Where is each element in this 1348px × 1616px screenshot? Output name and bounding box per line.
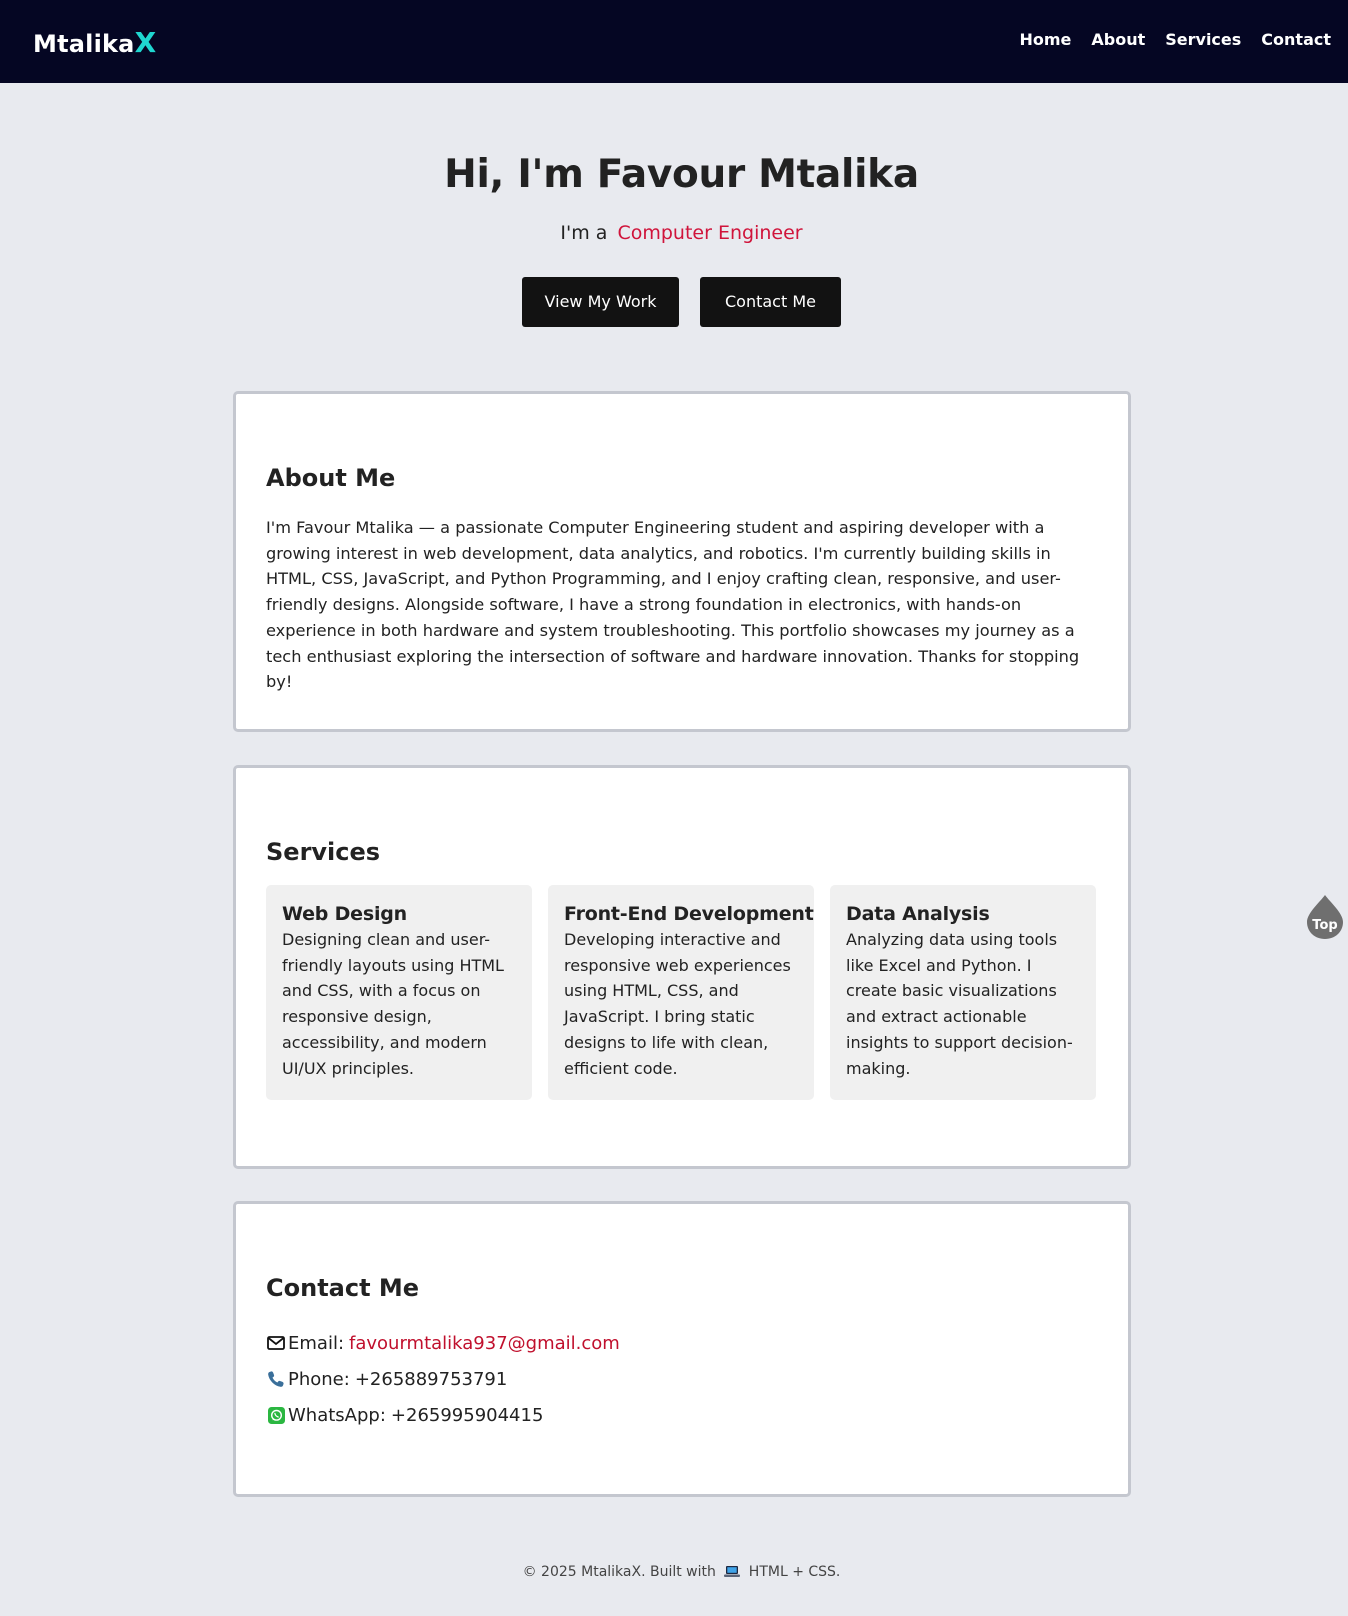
nav-services-link[interactable]: Services xyxy=(1165,30,1241,49)
footer-prefix: © 2025 MtalikaX. Built with xyxy=(522,1564,716,1580)
logo-text: Mtalika xyxy=(33,30,135,58)
service-card-data-analysis: Data Analysis Analyzing data using tools… xyxy=(830,885,1096,1100)
nav-about-link[interactable]: About xyxy=(1091,30,1145,49)
phone-value: +265889753791 xyxy=(354,1368,508,1390)
hero-title: Hi, I'm Favour Mtalika xyxy=(444,152,919,197)
nav-home-link[interactable]: Home xyxy=(1019,30,1071,49)
about-text: I'm Favour Mtalika — a passionate Comput… xyxy=(266,518,1080,692)
envelope-icon xyxy=(266,1333,286,1353)
contact-list: Email: favourmtalika937@gmail.com Phone:… xyxy=(266,1325,620,1433)
phone-icon xyxy=(266,1369,286,1389)
service-description: Developing interactive and responsive we… xyxy=(564,930,791,1078)
nav-contact-link[interactable]: Contact xyxy=(1261,30,1331,49)
contact-whatsapp-row: WhatsApp: +265995904415 xyxy=(266,1397,620,1433)
service-description: Analyzing data using tools like Excel an… xyxy=(846,930,1073,1078)
nav-links: Home About Services Contact xyxy=(1019,30,1331,49)
service-card-front-end: Front-End Development Developing interac… xyxy=(548,885,814,1100)
phone-label: Phone: xyxy=(288,1368,350,1390)
email-link[interactable]: favourmtalika937@gmail.com xyxy=(349,1333,620,1354)
navbar: MtalikaX Home About Services Contact xyxy=(0,0,1348,83)
hero-subtitle-prefix: I'm a xyxy=(560,222,608,244)
hero-subtitle: I'm a Computer Engineer xyxy=(0,222,1348,244)
service-card-web-design: Web Design Designing clean and user-frie… xyxy=(266,885,532,1100)
logo-accent: X xyxy=(134,26,157,59)
services-grid: Web Design Designing clean and user-frie… xyxy=(266,885,1096,1100)
whatsapp-label: WhatsApp: xyxy=(288,1404,386,1426)
contact-section: Contact Me Email: favourmtalika937@gmail… xyxy=(233,1201,1131,1497)
whatsapp-value: +265995904415 xyxy=(390,1404,544,1426)
droplet-icon xyxy=(1307,895,1343,939)
whatsapp-icon xyxy=(266,1405,286,1425)
contact-me-button[interactable]: Contact Me xyxy=(700,277,841,327)
services-heading: Services xyxy=(266,838,381,866)
service-title: Web Design xyxy=(282,903,407,925)
contact-email-row: Email: favourmtalika937@gmail.com xyxy=(266,1325,620,1361)
view-my-work-button[interactable]: View My Work xyxy=(522,277,679,327)
contact-heading: Contact Me xyxy=(266,1274,420,1302)
back-to-top-label: Top xyxy=(1312,918,1338,933)
logo[interactable]: MtalikaX xyxy=(33,26,156,59)
footer-suffix: HTML + CSS. xyxy=(748,1564,841,1580)
laptop-icon xyxy=(723,1565,741,1582)
services-section: Services Web Design Designing clean and … xyxy=(233,765,1131,1169)
about-heading: About Me xyxy=(266,464,396,492)
email-label: Email: xyxy=(288,1332,345,1354)
about-section: About Me I'm Favour Mtalika — a passiona… xyxy=(233,391,1131,732)
contact-phone-row: Phone: +265889753791 xyxy=(266,1361,620,1397)
service-title: Data Analysis xyxy=(846,903,990,925)
back-to-top-button[interactable]: Top xyxy=(1306,894,1344,940)
service-title: Front-End Development xyxy=(564,903,814,925)
service-description: Designing clean and user-friendly layout… xyxy=(282,930,504,1078)
hero-role: Computer Engineer xyxy=(617,222,803,244)
footer: © 2025 MtalikaX. Built with HTML + CSS. xyxy=(0,1564,1348,1582)
